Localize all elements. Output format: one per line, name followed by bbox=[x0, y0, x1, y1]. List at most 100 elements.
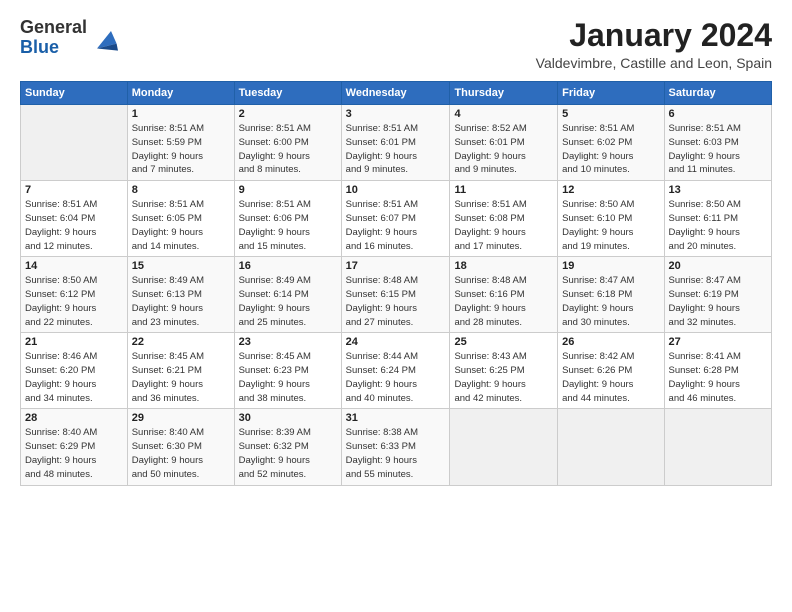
day-info: Sunrise: 8:41 AM Sunset: 6:28 PM Dayligh… bbox=[669, 350, 767, 405]
day-info: Sunrise: 8:51 AM Sunset: 6:04 PM Dayligh… bbox=[25, 198, 123, 253]
day-number: 7 bbox=[25, 184, 123, 196]
day-cell: 11 Sunrise: 8:51 AM Sunset: 6:08 PM Dayli… bbox=[450, 181, 558, 257]
day-number: 10 bbox=[346, 184, 446, 196]
day-info: Sunrise: 8:48 AM Sunset: 6:16 PM Dayligh… bbox=[454, 274, 553, 329]
day-info: Sunrise: 8:46 AM Sunset: 6:20 PM Dayligh… bbox=[25, 350, 123, 405]
day-number: 6 bbox=[669, 108, 767, 120]
day-cell: 3 Sunrise: 8:51 AM Sunset: 6:01 PM Daylig… bbox=[341, 105, 450, 181]
day-cell: 24Sunrise: 8:44 AM Sunset: 6:24 PM Dayli… bbox=[341, 333, 450, 409]
day-cell bbox=[450, 409, 558, 485]
day-info: Sunrise: 8:45 AM Sunset: 6:21 PM Dayligh… bbox=[132, 350, 230, 405]
day-cell bbox=[558, 409, 664, 485]
day-number: 27 bbox=[669, 336, 767, 348]
week-row-2: 14 Sunrise: 8:50 AM Sunset: 6:12 PM Dayli… bbox=[21, 257, 772, 333]
week-row-4: 28 Sunrise: 8:40 AM Sunset: 6:29 PM Dayli… bbox=[21, 409, 772, 485]
day-info: Sunrise: 8:49 AM Sunset: 6:14 PM Dayligh… bbox=[239, 274, 337, 329]
logo-blue: Blue bbox=[20, 37, 59, 57]
day-number: 13 bbox=[669, 184, 767, 196]
day-info: Sunrise: 8:42 AM Sunset: 6:26 PM Dayligh… bbox=[562, 350, 659, 405]
day-cell: 19Sunrise: 8:47 AM Sunset: 6:18 PM Dayli… bbox=[558, 257, 664, 333]
logo-general: General bbox=[20, 17, 87, 37]
day-number: 9 bbox=[239, 184, 337, 196]
day-info: Sunrise: 8:51 AM Sunset: 6:01 PM Dayligh… bbox=[346, 122, 446, 177]
day-info: Sunrise: 8:45 AM Sunset: 6:23 PM Dayligh… bbox=[239, 350, 337, 405]
calendar-table: SundayMondayTuesdayWednesdayThursdayFrid… bbox=[20, 81, 772, 485]
day-cell: 8Sunrise: 8:51 AM Sunset: 6:05 PM Daylig… bbox=[127, 181, 234, 257]
location: Valdevimbre, Castille and Leon, Spain bbox=[536, 55, 772, 71]
day-number: 29 bbox=[132, 412, 230, 424]
day-cell: 5 Sunrise: 8:51 AM Sunset: 6:02 PM Daylig… bbox=[558, 105, 664, 181]
day-number: 25 bbox=[454, 336, 553, 348]
day-number: 14 bbox=[25, 260, 123, 272]
day-number: 5 bbox=[562, 108, 659, 120]
header-row: SundayMondayTuesdayWednesdayThursdayFrid… bbox=[21, 82, 772, 105]
day-cell: 14 Sunrise: 8:50 AM Sunset: 6:12 PM Dayli… bbox=[21, 257, 128, 333]
day-cell: 16 Sunrise: 8:49 AM Sunset: 6:14 PM Dayli… bbox=[234, 257, 341, 333]
header-cell-friday: Friday bbox=[558, 82, 664, 105]
day-info: Sunrise: 8:49 AM Sunset: 6:13 PM Dayligh… bbox=[132, 274, 230, 329]
day-number: 24 bbox=[346, 336, 446, 348]
day-info: Sunrise: 8:43 AM Sunset: 6:25 PM Dayligh… bbox=[454, 350, 553, 405]
day-cell: 28 Sunrise: 8:40 AM Sunset: 6:29 PM Dayli… bbox=[21, 409, 128, 485]
day-number: 3 bbox=[346, 108, 446, 120]
day-cell bbox=[664, 409, 771, 485]
day-cell: 4Sunrise: 8:52 AM Sunset: 6:01 PM Daylig… bbox=[450, 105, 558, 181]
day-cell: 7 Sunrise: 8:51 AM Sunset: 6:04 PM Daylig… bbox=[21, 181, 128, 257]
day-info: Sunrise: 8:40 AM Sunset: 6:29 PM Dayligh… bbox=[25, 426, 123, 481]
day-number: 11 bbox=[454, 184, 553, 196]
week-row-1: 7 Sunrise: 8:51 AM Sunset: 6:04 PM Daylig… bbox=[21, 181, 772, 257]
day-info: Sunrise: 8:51 AM Sunset: 6:00 PM Dayligh… bbox=[239, 122, 337, 177]
header-cell-thursday: Thursday bbox=[450, 82, 558, 105]
day-info: Sunrise: 8:51 AM Sunset: 6:02 PM Dayligh… bbox=[562, 122, 659, 177]
day-cell: 26Sunrise: 8:42 AM Sunset: 6:26 PM Dayli… bbox=[558, 333, 664, 409]
day-cell: 2 Sunrise: 8:51 AM Sunset: 6:00 PM Daylig… bbox=[234, 105, 341, 181]
day-number: 1 bbox=[132, 108, 230, 120]
day-info: Sunrise: 8:50 AM Sunset: 6:12 PM Dayligh… bbox=[25, 274, 123, 329]
day-number: 21 bbox=[25, 336, 123, 348]
day-number: 2 bbox=[239, 108, 337, 120]
day-cell: 10 Sunrise: 8:51 AM Sunset: 6:07 PM Dayli… bbox=[341, 181, 450, 257]
day-cell bbox=[21, 105, 128, 181]
day-cell: 17Sunrise: 8:48 AM Sunset: 6:15 PM Dayli… bbox=[341, 257, 450, 333]
day-number: 23 bbox=[239, 336, 337, 348]
header-cell-wednesday: Wednesday bbox=[341, 82, 450, 105]
header-cell-sunday: Sunday bbox=[21, 82, 128, 105]
day-info: Sunrise: 8:51 AM Sunset: 6:03 PM Dayligh… bbox=[669, 122, 767, 177]
day-info: Sunrise: 8:47 AM Sunset: 6:19 PM Dayligh… bbox=[669, 274, 767, 329]
day-number: 12 bbox=[562, 184, 659, 196]
day-info: Sunrise: 8:47 AM Sunset: 6:18 PM Dayligh… bbox=[562, 274, 659, 329]
day-number: 28 bbox=[25, 412, 123, 424]
day-number: 15 bbox=[132, 260, 230, 272]
day-info: Sunrise: 8:39 AM Sunset: 6:32 PM Dayligh… bbox=[239, 426, 337, 481]
day-cell: 27 Sunrise: 8:41 AM Sunset: 6:28 PM Dayli… bbox=[664, 333, 771, 409]
header-cell-monday: Monday bbox=[127, 82, 234, 105]
week-row-0: 1 Sunrise: 8:51 AM Sunset: 5:59 PM Daylig… bbox=[21, 105, 772, 181]
day-number: 16 bbox=[239, 260, 337, 272]
day-info: Sunrise: 8:40 AM Sunset: 6:30 PM Dayligh… bbox=[132, 426, 230, 481]
day-info: Sunrise: 8:51 AM Sunset: 6:05 PM Dayligh… bbox=[132, 198, 230, 253]
day-info: Sunrise: 8:51 AM Sunset: 6:06 PM Dayligh… bbox=[239, 198, 337, 253]
day-info: Sunrise: 8:51 AM Sunset: 6:08 PM Dayligh… bbox=[454, 198, 553, 253]
day-cell: 13Sunrise: 8:50 AM Sunset: 6:11 PM Dayli… bbox=[664, 181, 771, 257]
day-cell: 30Sunrise: 8:39 AM Sunset: 6:32 PM Dayli… bbox=[234, 409, 341, 485]
day-info: Sunrise: 8:50 AM Sunset: 6:10 PM Dayligh… bbox=[562, 198, 659, 253]
day-cell: 21 Sunrise: 8:46 AM Sunset: 6:20 PM Dayli… bbox=[21, 333, 128, 409]
day-info: Sunrise: 8:51 AM Sunset: 5:59 PM Dayligh… bbox=[132, 122, 230, 177]
week-row-3: 21 Sunrise: 8:46 AM Sunset: 6:20 PM Dayli… bbox=[21, 333, 772, 409]
day-number: 31 bbox=[346, 412, 446, 424]
day-cell: 12 Sunrise: 8:50 AM Sunset: 6:10 PM Dayli… bbox=[558, 181, 664, 257]
title-block: January 2024 Valdevimbre, Castille and L… bbox=[536, 18, 772, 71]
day-cell: 15 Sunrise: 8:49 AM Sunset: 6:13 PM Dayli… bbox=[127, 257, 234, 333]
header-cell-saturday: Saturday bbox=[664, 82, 771, 105]
day-cell: 18 Sunrise: 8:48 AM Sunset: 6:16 PM Dayli… bbox=[450, 257, 558, 333]
day-info: Sunrise: 8:38 AM Sunset: 6:33 PM Dayligh… bbox=[346, 426, 446, 481]
day-cell: 22Sunrise: 8:45 AM Sunset: 6:21 PM Dayli… bbox=[127, 333, 234, 409]
day-cell: 1 Sunrise: 8:51 AM Sunset: 5:59 PM Daylig… bbox=[127, 105, 234, 181]
day-info: Sunrise: 8:52 AM Sunset: 6:01 PM Dayligh… bbox=[454, 122, 553, 177]
logo: General Blue bbox=[20, 18, 118, 58]
day-info: Sunrise: 8:51 AM Sunset: 6:07 PM Dayligh… bbox=[346, 198, 446, 253]
day-cell: 9 Sunrise: 8:51 AM Sunset: 6:06 PM Daylig… bbox=[234, 181, 341, 257]
day-cell: 25 Sunrise: 8:43 AM Sunset: 6:25 PM Dayli… bbox=[450, 333, 558, 409]
day-cell: 20Sunrise: 8:47 AM Sunset: 6:19 PM Dayli… bbox=[664, 257, 771, 333]
day-number: 18 bbox=[454, 260, 553, 272]
